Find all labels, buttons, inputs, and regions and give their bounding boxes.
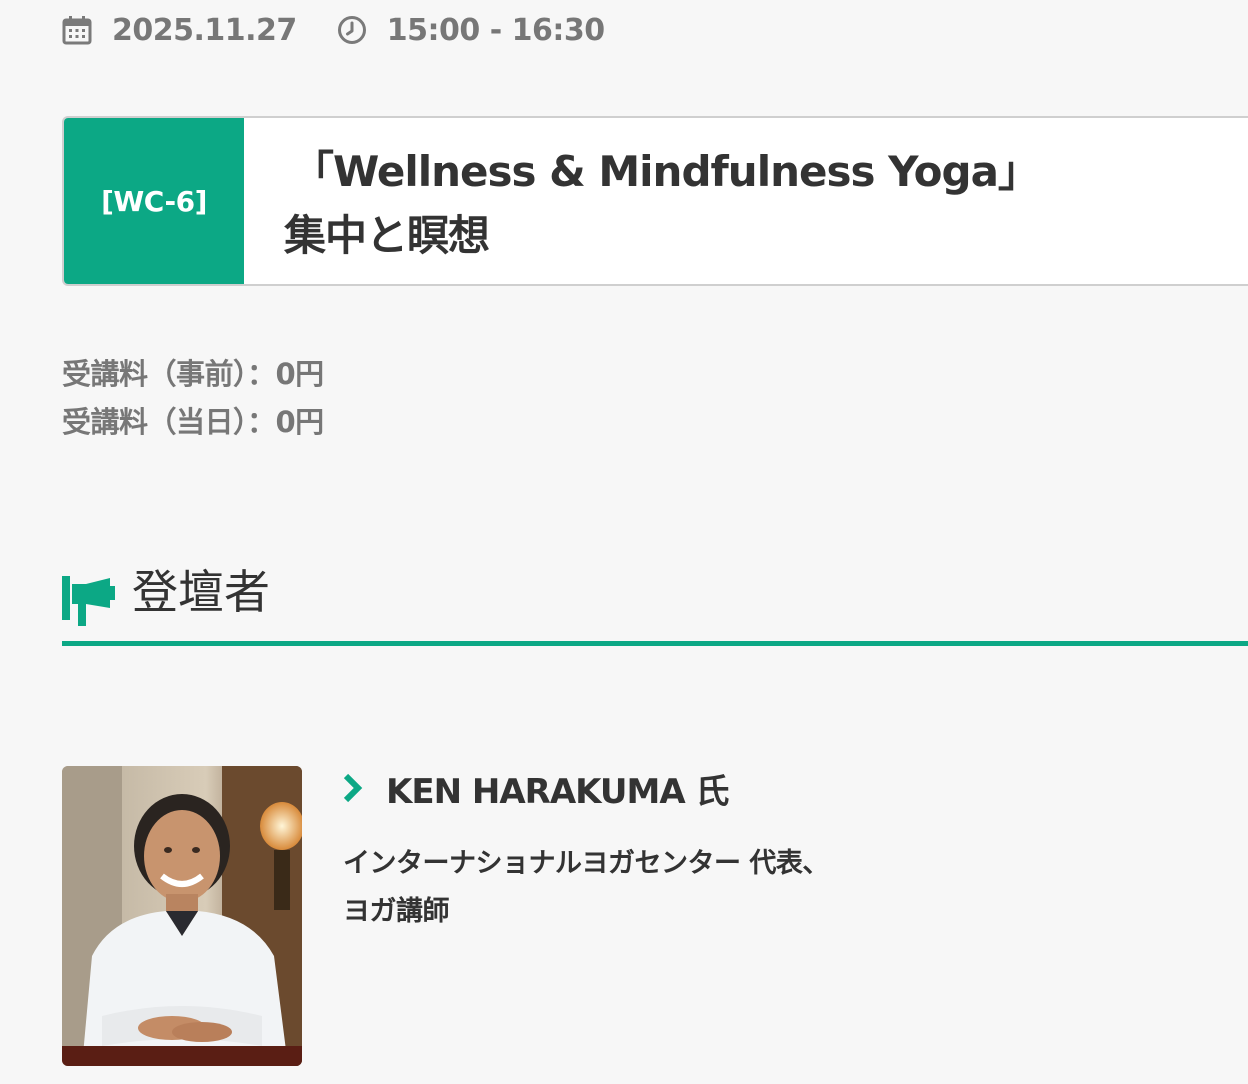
- calendar-icon: [62, 15, 92, 45]
- session-detail-page: 2025.11.27 15:00 - 16:30 [WC-6] 「Wellnes…: [0, 0, 1248, 1084]
- session-schedule: 2025.11.27 15:00 - 16:30: [62, 8, 605, 52]
- speaker-role-line2: ヨガ講師: [343, 896, 449, 927]
- session-time: 15:00 - 16:30: [337, 13, 605, 48]
- session-code-badge: [WC-6]: [64, 118, 244, 284]
- chevron-right-icon: [342, 773, 364, 803]
- clock-icon: [337, 15, 367, 45]
- fee-list: 受講料（事前）：0円 受講料（当日）：0円: [62, 350, 324, 446]
- speaker-role: インターナショナルヨガセンター 代表、 ヨガ講師: [343, 840, 829, 936]
- megaphone-icon: [62, 574, 116, 630]
- fee-same-day: 受講料（当日）：0円: [62, 405, 324, 439]
- session-date: 2025.11.27: [62, 13, 297, 48]
- session-title-line2: 集中と瞑想: [284, 211, 490, 260]
- speaker-card: KEN HARAKUMA 氏 インターナショナルヨガセンター 代表、 ヨガ講師: [62, 766, 1248, 1066]
- session-time-text: 15:00 - 16:30: [386, 12, 605, 48]
- speakers-heading: 登壇者: [62, 560, 1248, 646]
- session-title: 「Wellness & Mindfulness Yoga」 集中と瞑想: [244, 118, 1040, 284]
- speakers-heading-title: 登壇者: [132, 565, 270, 619]
- speaker-role-line1: インターナショナルヨガセンター 代表、: [343, 848, 829, 879]
- session-title-line1: 「Wellness & Mindfulness Yoga」: [292, 147, 1040, 196]
- speaker-photo: [62, 766, 302, 1066]
- speaker-name: KEN HARAKUMA 氏: [386, 771, 729, 812]
- speaker-name-link[interactable]: KEN HARAKUMA 氏: [342, 766, 729, 812]
- session-card: [WC-6] 「Wellness & Mindfulness Yoga」 集中と…: [62, 116, 1248, 286]
- fee-advance: 受講料（事前）：0円: [62, 357, 324, 391]
- session-date-text: 2025.11.27: [112, 12, 297, 48]
